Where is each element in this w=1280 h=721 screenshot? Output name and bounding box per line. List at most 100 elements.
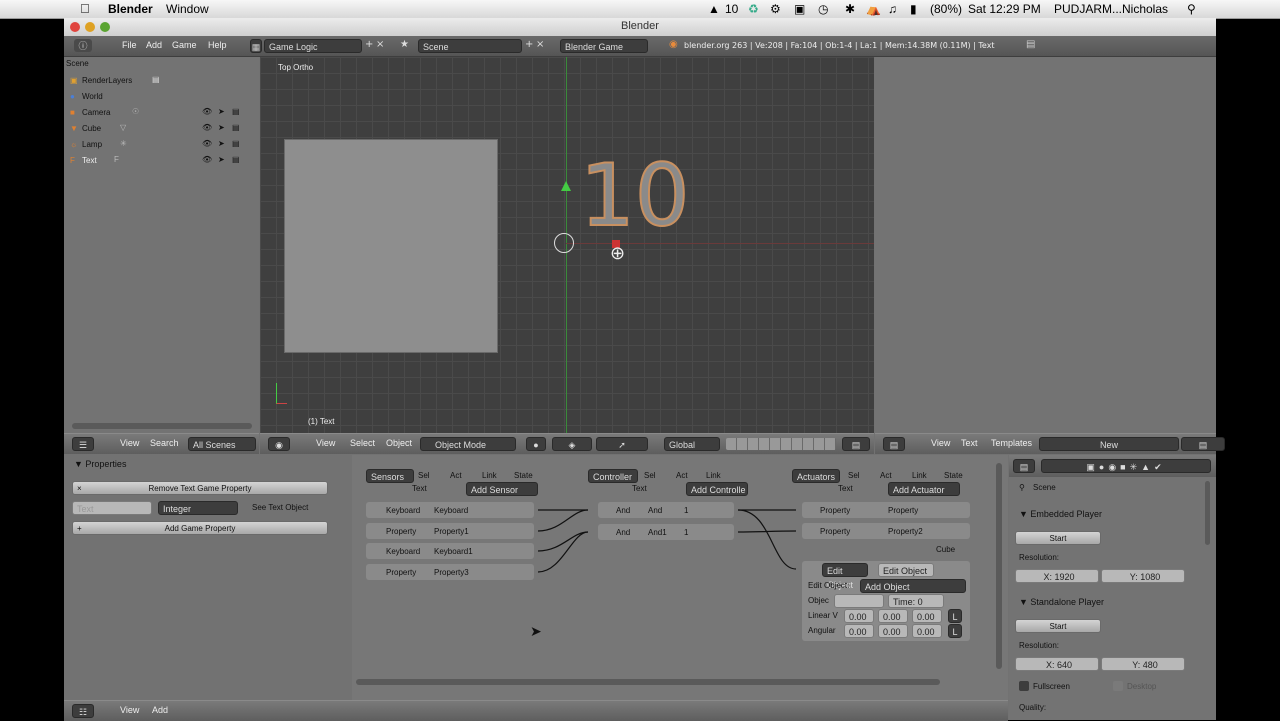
outliner-scenes-select[interactable]: All Scenes bbox=[188, 437, 256, 451]
mode-select[interactable]: Object Mode bbox=[420, 437, 516, 451]
layout-remove-icon[interactable]: × bbox=[376, 39, 384, 50]
select-arrow-icon[interactable]: ➤ bbox=[218, 139, 225, 148]
property-type-select[interactable]: Integer bbox=[158, 501, 238, 515]
properties-scrollbar[interactable] bbox=[1205, 481, 1210, 545]
layout-icon[interactable]: ▦ bbox=[250, 39, 262, 53]
property-name-field[interactable]: Text bbox=[72, 501, 152, 515]
visibility-eye-icon[interactable]: 👁 bbox=[202, 155, 212, 164]
layout-select[interactable]: Game Logic bbox=[264, 39, 362, 53]
user-name[interactable]: PUDJARM...Nicholas bbox=[1054, 2, 1168, 16]
select-arrow-icon[interactable]: ➤ bbox=[218, 155, 225, 164]
menu-file[interactable]: File bbox=[122, 40, 137, 50]
adobe-icon[interactable]: ▲ bbox=[708, 2, 720, 16]
layout-add-icon[interactable]: + bbox=[365, 39, 373, 50]
timemachine-icon[interactable]: ◷ bbox=[818, 2, 828, 16]
lamp-data-icon[interactable]: ✳ bbox=[120, 139, 127, 148]
render-icon[interactable]: ▤ bbox=[232, 123, 240, 132]
shading-select-icon[interactable]: ● bbox=[526, 437, 546, 451]
outliner-row-cube[interactable]: ▼ Cube ▽ 👁 ➤ ▤ bbox=[64, 121, 259, 137]
text-data-icon[interactable]: F bbox=[114, 155, 119, 164]
embedded-player-header[interactable]: ▼ Embedded Player bbox=[1019, 509, 1102, 519]
fullscreen-checkbox[interactable] bbox=[1019, 681, 1029, 691]
add-game-property-button[interactable]: + Add Game Property bbox=[72, 521, 328, 535]
orientation-select[interactable]: Global bbox=[664, 437, 720, 451]
context-tabs-icons[interactable]: ▣●◉■✳▲✔ bbox=[1041, 459, 1211, 473]
outliner-row-text[interactable]: F Text F 👁 ➤ ▤ bbox=[64, 153, 259, 169]
menu-add[interactable]: Add bbox=[146, 40, 162, 50]
text-menu-text[interactable]: Text bbox=[961, 438, 978, 448]
scene-add-icon[interactable]: + bbox=[525, 39, 533, 50]
desktop-checkbox[interactable] bbox=[1113, 681, 1123, 691]
outliner-editor-icon[interactable]: ☰ bbox=[72, 437, 94, 451]
remove-text-property-button[interactable]: × Remove Text Game Property bbox=[72, 481, 328, 495]
pin-icon[interactable]: ⚲ bbox=[1019, 483, 1025, 492]
sync-icon[interactable]: ♻ bbox=[748, 2, 759, 16]
3d-cursor-icon[interactable]: ⊕ bbox=[610, 243, 625, 264]
editor-type-icon[interactable]: ⓘ bbox=[74, 39, 92, 52]
volume-icon[interactable]: ♫ bbox=[888, 2, 897, 16]
visibility-eye-icon[interactable]: 👁 bbox=[202, 107, 212, 116]
logic-menu-add[interactable]: Add bbox=[152, 705, 168, 715]
render-icon[interactable]: ▤ bbox=[232, 155, 240, 164]
ext-icon[interactable]: ⚙ bbox=[770, 2, 781, 16]
visibility-eye-icon[interactable]: 👁 bbox=[202, 139, 212, 148]
text-object-10[interactable]: 10 bbox=[579, 152, 690, 240]
text-editor-icon[interactable]: ▤ bbox=[883, 437, 905, 451]
properties-editor-icon[interactable]: ▤ bbox=[1013, 459, 1035, 473]
text-editor-area[interactable] bbox=[875, 57, 1216, 433]
logic-hscrollbar[interactable] bbox=[356, 679, 940, 685]
embedded-res-y[interactable]: Y: 1080 bbox=[1101, 569, 1185, 583]
apple-icon[interactable]:  bbox=[80, 1, 90, 16]
logic-vscrollbar[interactable] bbox=[996, 463, 1002, 669]
text-display-icons[interactable]: ▤ bbox=[1181, 437, 1225, 451]
scene-icon[interactable]: ★ bbox=[400, 39, 409, 50]
text-menu-view[interactable]: View bbox=[931, 438, 950, 448]
outliner-root[interactable]: Scene bbox=[66, 59, 89, 68]
bluetooth-icon[interactable]: ✱ bbox=[845, 2, 855, 16]
layer-buttons[interactable] bbox=[726, 438, 836, 450]
text-new-button[interactable]: New bbox=[1039, 437, 1179, 451]
menu-window[interactable]: Window bbox=[166, 2, 209, 16]
render-icon[interactable]: ▤ bbox=[232, 139, 240, 148]
properties-panel-header[interactable]: ▼ Properties bbox=[74, 459, 126, 469]
renderlayer-toggle-icon[interactable]: ▤ bbox=[152, 75, 160, 84]
viewport-menu-select[interactable]: Select bbox=[350, 438, 375, 448]
text-menu-templates[interactable]: Templates bbox=[991, 438, 1032, 448]
outliner-menu-search[interactable]: Search bbox=[150, 438, 179, 448]
select-arrow-icon[interactable]: ➤ bbox=[218, 123, 225, 132]
logic-editor-icon[interactable]: ☷ bbox=[72, 704, 94, 718]
outliner-row-camera[interactable]: ■ Camera ☉ 👁 ➤ ▤ bbox=[64, 105, 259, 121]
3d-viewport[interactable]: Top Ortho 10 ⊕ (1) Text bbox=[260, 57, 874, 433]
standalone-player-header[interactable]: ▼ Standalone Player bbox=[1019, 597, 1104, 607]
wifi-icon[interactable]: ⛺ bbox=[866, 2, 881, 16]
logic-menu-view[interactable]: View bbox=[120, 705, 139, 715]
origin-circle-icon[interactable] bbox=[554, 233, 574, 253]
visibility-eye-icon[interactable]: 👁 bbox=[202, 123, 212, 132]
camera-plane[interactable] bbox=[284, 139, 498, 353]
render-icon[interactable]: ▤ bbox=[232, 107, 240, 116]
embedded-res-x[interactable]: X: 1920 bbox=[1015, 569, 1099, 583]
pivot-select-icon[interactable]: ◈ bbox=[552, 437, 592, 451]
outliner-menu-view[interactable]: View bbox=[120, 438, 139, 448]
viewport-editor-icon[interactable]: ◉ bbox=[268, 437, 290, 451]
embedded-start-button[interactable]: Start bbox=[1015, 531, 1101, 545]
scene-select[interactable]: Scene bbox=[418, 39, 522, 53]
menu-game[interactable]: Game bbox=[172, 40, 197, 50]
scene-remove-icon[interactable]: × bbox=[536, 39, 544, 50]
outliner-row-renderlayers[interactable]: ▣ RenderLayers ▤ bbox=[64, 73, 259, 89]
battery-icon[interactable]: ▮ bbox=[910, 2, 917, 16]
standalone-res-x[interactable]: X: 640 bbox=[1015, 657, 1099, 671]
outliner-row-lamp[interactable]: ☼ Lamp ✳ 👁 ➤ ▤ bbox=[64, 137, 259, 153]
outliner-row-world[interactable]: ● World bbox=[64, 89, 259, 105]
standalone-start-button[interactable]: Start bbox=[1015, 619, 1101, 633]
spotlight-icon[interactable]: ⚲ bbox=[1187, 2, 1196, 16]
menu-app[interactable]: Blender bbox=[108, 2, 153, 16]
manipulator-icons[interactable]: ➚ bbox=[596, 437, 648, 451]
outliner-scrollbar[interactable] bbox=[72, 423, 252, 429]
viewport-menu-object[interactable]: Object bbox=[386, 438, 412, 448]
select-arrow-icon[interactable]: ➤ bbox=[218, 107, 225, 116]
standalone-res-y[interactable]: Y: 480 bbox=[1101, 657, 1185, 671]
fullscreen-icon[interactable]: ▤ bbox=[1026, 39, 1035, 50]
clock[interactable]: Sat 12:29 PM bbox=[968, 2, 1041, 16]
y-arrow-icon[interactable] bbox=[561, 181, 571, 191]
